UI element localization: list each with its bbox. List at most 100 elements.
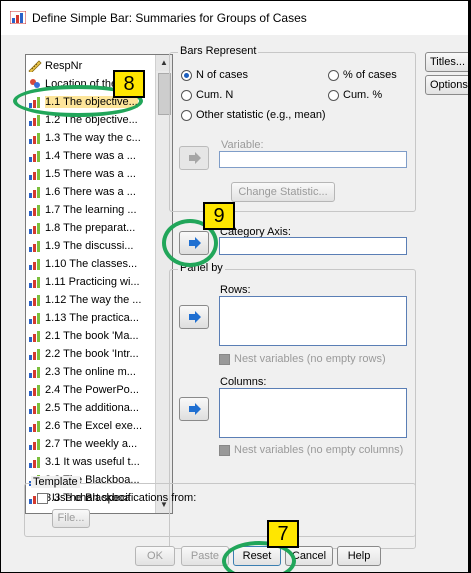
variable-list-item[interactable]: 1.12 The way the ... — [28, 292, 155, 308]
radio-cum-n-indicator — [181, 89, 192, 101]
nest-columns-label: Nest variables (no empty columns) — [234, 444, 404, 457]
variable-list-item[interactable]: 1.5 There was a ... — [28, 166, 155, 182]
move-to-columns-button[interactable] — [179, 397, 209, 421]
variable-label-text: 1.11 Practicing wi... — [45, 276, 140, 289]
radio-cum-pct[interactable]: Cum. % — [328, 89, 382, 101]
window-title: Define Simple Bar: Summaries for Groups … — [32, 11, 307, 25]
arrow-right-icon — [189, 311, 201, 323]
variable-list-item[interactable]: 1.3 The way the c... — [28, 130, 155, 146]
file-button[interactable]: File... — [52, 509, 90, 528]
use-chart-spec-label: Use chart specifications from: — [52, 492, 197, 505]
radio-cum-n[interactable]: Cum. N — [181, 89, 233, 101]
arrow-right-icon — [189, 152, 201, 164]
variable-list-item[interactable]: 2.3 The online m... — [28, 364, 155, 380]
bar-icon — [28, 456, 42, 469]
variable-list-item[interactable]: 2.6 The Excel exe... — [28, 418, 155, 434]
variable-label-text: 2.3 The online m... — [45, 366, 136, 379]
variable-list[interactable]: RespNr Location of the st 1.1 The objectiv… — [25, 54, 173, 514]
variable-label-text: 1.4 There was a ... — [45, 150, 136, 163]
variable-list-item[interactable]: 2.7 The weekly a... — [28, 436, 155, 452]
step-badge-7: 7 — [267, 520, 299, 548]
bar-icon — [28, 132, 42, 145]
help-button[interactable]: Help — [337, 546, 381, 566]
radio-cum-n-label: Cum. N — [196, 89, 234, 102]
bar-icon — [28, 186, 42, 199]
nest-columns-checkbox[interactable]: Nest variables (no empty columns) — [219, 444, 403, 456]
rows-label: Rows: — [220, 284, 251, 296]
use-chart-spec-checkbox[interactable]: Use chart specifications from: — [37, 492, 196, 504]
bar-icon — [28, 240, 42, 253]
bar-icon — [28, 384, 42, 397]
step-badge-8: 8 — [113, 70, 145, 98]
step-badge-9: 9 — [203, 202, 235, 230]
arrow-right-icon — [189, 403, 201, 415]
variable-list-item[interactable]: 1.13 The practica... — [28, 310, 155, 326]
ruler-icon — [28, 60, 42, 74]
bar-icon — [28, 150, 42, 163]
bar-icon — [28, 204, 42, 217]
ok-button[interactable]: OK — [135, 546, 175, 566]
nest-rows-checkbox-box — [219, 353, 230, 365]
variable-label-text: 1.5 There was a ... — [45, 168, 136, 181]
use-chart-spec-checkbox-box — [37, 492, 48, 504]
titles-button[interactable]: Titles... — [425, 52, 470, 72]
bar-icon — [28, 438, 42, 451]
variable-items: RespNr Location of the st 1.1 The objectiv… — [26, 55, 155, 513]
variable-list-item[interactable]: 3.1 It was useful t... — [28, 454, 155, 470]
variable-list-item[interactable]: 2.5 The additiona... — [28, 400, 155, 416]
radio-other-statistic[interactable]: Other statistic (e.g., mean) — [181, 109, 326, 121]
bar-icon — [28, 258, 42, 271]
radio-other-statistic-label: Other statistic (e.g., mean) — [196, 109, 326, 122]
variable-label-text: 2.4 The PowerPo... — [45, 384, 139, 397]
template-legend: Template — [31, 476, 80, 488]
variable-field[interactable] — [219, 151, 407, 168]
variable-list-item[interactable]: 1.9 The discussi... — [28, 238, 155, 254]
variable-label: Variable: — [221, 139, 264, 151]
variable-label-text: 1.12 The way the ... — [45, 294, 142, 307]
change-statistic-button[interactable]: Change Statistic... — [231, 182, 335, 202]
radio-n-of-cases-label: N of cases — [196, 69, 248, 82]
variable-list-item[interactable]: 2.4 The PowerPo... — [28, 382, 155, 398]
variable-list-item[interactable]: 2.2 The book 'Intr... — [28, 346, 155, 362]
bar-icon — [28, 366, 42, 379]
columns-label: Columns: — [220, 376, 267, 388]
variable-list-item[interactable]: 2.1 The book 'Ma... — [28, 328, 155, 344]
bar-icon — [28, 420, 42, 433]
radio-cum-pct-indicator — [328, 89, 339, 101]
radio-pct-of-cases[interactable]: % of cases — [328, 69, 397, 81]
variable-list-item[interactable]: 1.10 The classes... — [28, 256, 155, 272]
variable-list-item[interactable]: 1.7 The learning ... — [28, 202, 155, 218]
variable-label-text: 1.3 The way the c... — [45, 132, 141, 145]
variable-list-item[interactable]: 1.8 The preparat... — [28, 220, 155, 236]
bar-icon — [28, 312, 42, 325]
bar-icon — [28, 168, 42, 181]
move-to-rows-button[interactable] — [179, 305, 209, 329]
variable-label-text: RespNr — [45, 60, 83, 73]
rows-field[interactable] — [219, 296, 407, 346]
radio-other-statistic-indicator — [181, 109, 192, 121]
chart-app-icon — [10, 11, 26, 24]
radio-n-of-cases-indicator — [181, 69, 192, 81]
bar-icon — [28, 330, 42, 343]
columns-field[interactable] — [219, 388, 407, 438]
window-border — [468, 0, 470, 573]
variable-label-text: 3.1 It was useful t... — [45, 456, 140, 469]
variable-label-text: 1.9 The discussi... — [45, 240, 134, 253]
variable-list-item[interactable]: 1.4 There was a ... — [28, 148, 155, 164]
variable-label-text: 2.2 The book 'Intr... — [45, 348, 139, 361]
bar-icon — [28, 276, 42, 289]
radio-n-of-cases[interactable]: N of cases — [181, 69, 248, 81]
variable-label-text: 2.7 The weekly a... — [45, 438, 138, 451]
bar-icon — [28, 222, 42, 235]
bar-icon — [28, 348, 42, 361]
variable-label-text: 2.1 The book 'Ma... — [45, 330, 139, 343]
variable-label-text: 1.7 The learning ... — [45, 204, 137, 217]
variable-list-item[interactable]: 1.6 There was a ... — [28, 184, 155, 200]
category-axis-field[interactable] — [219, 237, 407, 255]
options-button[interactable]: Options... — [425, 75, 470, 95]
variable-list-item[interactable]: 1.11 Practicing wi... — [28, 274, 155, 290]
move-to-variable-button[interactable] — [179, 146, 209, 170]
nest-rows-checkbox[interactable]: Nest variables (no empty rows) — [219, 353, 386, 365]
variable-label-text: 1.6 There was a ... — [45, 186, 136, 199]
bar-icon — [28, 402, 42, 415]
